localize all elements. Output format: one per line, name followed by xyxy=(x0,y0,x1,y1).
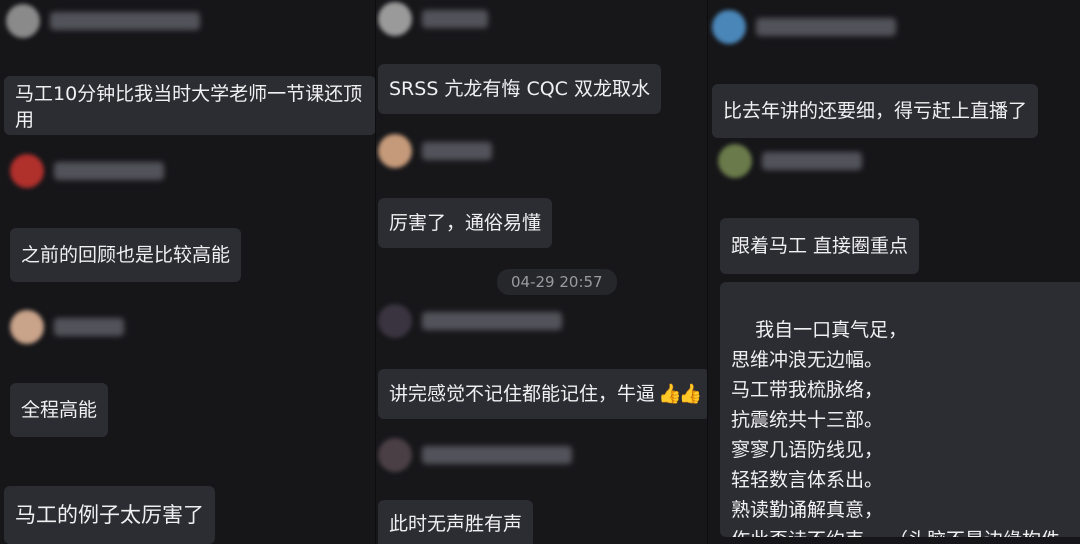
avatar[interactable] xyxy=(10,154,44,188)
username-blurred xyxy=(422,446,572,464)
message-text: 马工10分钟比我当时大学老师一节课还顶用 xyxy=(15,83,363,131)
message-bubble: 跟着马工 直接圈重点 xyxy=(720,218,920,274)
avatar[interactable] xyxy=(718,144,752,178)
username-blurred xyxy=(422,312,562,330)
avatar[interactable] xyxy=(10,310,44,344)
message-text: 之前的回顾也是比较高能 xyxy=(21,244,231,266)
avatar[interactable] xyxy=(378,438,412,472)
chat-user[interactable] xyxy=(10,310,124,344)
message-text: 此时无声胜有声 xyxy=(389,513,523,535)
avatar[interactable] xyxy=(378,304,412,338)
message-text: 讲完感觉不记住都能记住，牛逼 xyxy=(389,383,656,405)
timestamp-chip: 04-29 20:57 xyxy=(497,269,617,295)
username-blurred xyxy=(422,142,492,160)
message-bubble: 厉害了，通俗易懂 xyxy=(378,198,553,248)
chat-user[interactable] xyxy=(378,134,492,168)
message-bubble: 之前的回顾也是比较高能 xyxy=(10,228,242,282)
chat-user[interactable] xyxy=(378,2,488,36)
avatar[interactable] xyxy=(712,10,746,44)
message-text: 跟着马工 直接圈重点 xyxy=(731,235,909,257)
message-bubble: 马工的例子太厉害了 xyxy=(4,486,215,544)
message-text: 厉害了，通俗易懂 xyxy=(389,212,542,234)
username-blurred xyxy=(756,18,896,36)
message-text: SRSS 亢龙有悔 CQC 双龙取水 xyxy=(389,78,650,100)
message-bubble: 此时无声胜有声 xyxy=(378,500,534,544)
poem-message-bubble: 我自一口真气足， 思维冲浪无边幅。 马工带我梳脉络， 抗震统共十三部。 寥寥几语… xyxy=(720,282,1080,537)
username-blurred xyxy=(762,152,862,170)
message-bubble: SRSS 亢龙有悔 CQC 双龙取水 xyxy=(378,64,661,114)
avatar[interactable] xyxy=(6,4,40,38)
username-blurred xyxy=(50,12,200,30)
chat-column-2: SRSS 亢龙有悔 CQC 双龙取水 厉害了，通俗易懂 04-29 20:57 … xyxy=(376,0,708,544)
message-bubble: 讲完感觉不记住都能记住，牛逼 👍👍 xyxy=(378,369,708,419)
chat-user[interactable] xyxy=(10,154,164,188)
message-text: 我自一口真气足， 思维冲浪无边幅。 马工带我梳脉络， 抗震统共十三部。 寥寥几语… xyxy=(731,319,1060,537)
username-blurred xyxy=(422,10,488,28)
chat-user[interactable] xyxy=(378,304,562,338)
chat-user[interactable] xyxy=(378,438,572,472)
chat-column-3: 比去年讲的还要细，得亏赶上直播了 跟着马工 直接圈重点 我自一口真气足， 思维冲… xyxy=(708,0,1080,544)
username-blurred xyxy=(54,162,164,180)
chat-user[interactable] xyxy=(712,10,896,44)
message-text: 全程高能 xyxy=(21,399,98,421)
message-bubble: 马工10分钟比我当时大学老师一节课还顶用 xyxy=(4,76,376,135)
thumbs-up-icon: 👍👍 xyxy=(658,383,702,405)
message-bubble: 比去年讲的还要细，得亏赶上直播了 xyxy=(712,84,1039,138)
chat-user[interactable] xyxy=(718,144,862,178)
chat-column-1: 马工10分钟比我当时大学老师一节课还顶用 之前的回顾也是比较高能 全程高能 马工… xyxy=(0,0,376,544)
message-bubble: 全程高能 xyxy=(10,383,109,437)
username-blurred xyxy=(54,318,124,336)
chat-user[interactable] xyxy=(6,4,200,38)
avatar[interactable] xyxy=(378,2,412,36)
avatar[interactable] xyxy=(378,134,412,168)
message-text: 比去年讲的还要细，得亏赶上直播了 xyxy=(723,100,1028,122)
message-text: 马工的例子太厉害了 xyxy=(15,503,204,527)
